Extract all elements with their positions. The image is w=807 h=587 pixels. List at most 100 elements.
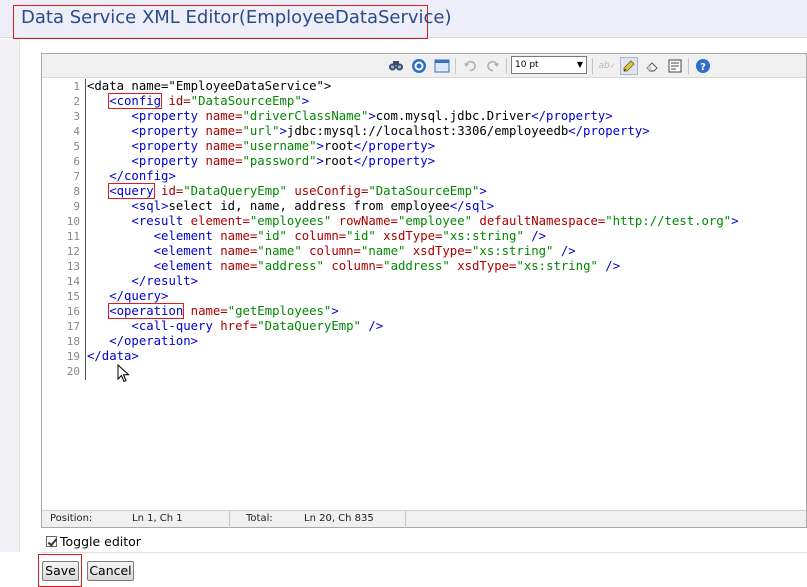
code-line[interactable]: <element name="name" column="name" xsdTy… <box>87 244 805 259</box>
code-token: "xs:string" <box>472 244 554 258</box>
code-token: <property <box>131 124 199 138</box>
code-token: name= <box>198 154 243 168</box>
toggle-editor-checkbox[interactable] <box>46 535 57 547</box>
code-line[interactable]: <data name="EmployeeDataService"> <box>87 79 805 94</box>
code-token: root <box>323 154 354 168</box>
line-number: 7 <box>73 170 80 183</box>
code-line[interactable]: <property name="password">root</property… <box>87 154 805 169</box>
code-token: column= <box>286 229 347 243</box>
line-number: 4 <box>73 125 80 138</box>
gutter-divider <box>85 79 86 380</box>
cancel-button[interactable]: Cancel <box>87 561 134 581</box>
code-token: "name" <box>257 244 302 258</box>
word-wrap-icon[interactable] <box>666 57 684 75</box>
code-token: select id, name, address from employee <box>168 199 450 213</box>
code-line[interactable]: </result> <box>87 274 805 289</box>
code-line[interactable]: <property name="driverClassName">com.mys… <box>87 109 805 124</box>
find-icon[interactable] <box>387 57 405 75</box>
position-value: Ln 1, Ch 1 <box>132 513 183 524</box>
code-line[interactable]: <config id="DataSourceEmp"> <box>87 93 805 109</box>
help-icon[interactable]: ? <box>694 57 712 75</box>
code-line[interactable]: <query id="DataQueryEmp" useConfig="Data… <box>87 183 805 199</box>
code-area[interactable]: 1 2 3 4 5 6 7 8 9 10 11 12 13 14 15 16 17 18 19 20 <data na… <box>42 79 806 510</box>
divider <box>41 552 807 553</box>
code-token: column= <box>323 259 384 273</box>
code-line[interactable]: <property name="url">jdbc:mysql://localh… <box>87 124 805 139</box>
code-token: "address" <box>383 259 450 273</box>
line-number-gutter: 1 2 3 4 5 6 7 8 9 10 11 12 13 14 15 16 17 18 19 20 <box>42 79 85 409</box>
code-line[interactable]: <sql>select id, name, address from emplo… <box>87 199 805 214</box>
goto-line-icon[interactable] <box>410 57 428 75</box>
editor-status-bar: Position: Ln 1, Ch 1 Total: Ln 20, Ch 83… <box>42 510 806 528</box>
code-token: useConfig= <box>286 184 369 198</box>
code-line[interactable]: </operation> <box>87 334 805 349</box>
reset-highlight-icon[interactable] <box>643 57 661 75</box>
code-token: "name" <box>360 244 406 258</box>
code-token: name= <box>198 139 243 153</box>
code-line[interactable]: <result element="employees" rowName="emp… <box>87 214 805 229</box>
code-token: <data name="EmployeeDataService"> <box>87 79 332 93</box>
code-token: "DataQueryEmp" <box>183 184 287 198</box>
code-token: "http://test.org" <box>605 214 732 228</box>
line-number: 1 <box>73 80 80 93</box>
mouse-cursor-icon <box>117 363 131 384</box>
undo-icon[interactable] <box>461 57 479 75</box>
code-token: "address" <box>257 259 324 273</box>
code-token: > <box>368 109 376 123</box>
code-token: column= <box>301 244 361 258</box>
title-bar: Data Service XML Editor(EmployeeDataServ… <box>0 0 807 39</box>
highlighted-token: <config <box>108 93 163 109</box>
toolbar-separator <box>506 58 507 74</box>
highlight-icon[interactable] <box>620 57 638 75</box>
code-token: <result <box>131 214 184 228</box>
line-number: 6 <box>73 155 80 168</box>
toolbar-separator <box>592 58 593 74</box>
line-number: 10 <box>66 215 80 228</box>
code-token: <element <box>153 229 213 243</box>
line-number: 19 <box>66 350 80 363</box>
spellcheck-icon[interactable]: ab ✓ <box>598 57 616 75</box>
code-line[interactable]: </query> <box>87 289 805 304</box>
code-token: name= <box>198 109 243 123</box>
code-line[interactable]: <element name="id" column="id" xsdType="… <box>87 229 805 244</box>
code-token: </property> <box>353 154 435 168</box>
code-token: > <box>316 154 324 168</box>
toggle-editor[interactable]: Toggle editor <box>46 533 141 549</box>
code-token: <property <box>131 109 199 123</box>
code-line[interactable]: <element name="address" column="address"… <box>87 259 805 274</box>
code-line[interactable] <box>87 364 805 379</box>
code-token: <property <box>131 154 199 168</box>
code-token: "getEmployees" <box>227 304 332 318</box>
code-line[interactable]: <property name="username">root</property… <box>87 139 805 154</box>
code-token: xsdType= <box>449 259 517 273</box>
code-token: "xs:string" <box>516 259 598 273</box>
redo-icon[interactable] <box>484 57 502 75</box>
code-line[interactable]: <call-query href="DataQueryEmp" /> <box>87 319 805 334</box>
line-number: 15 <box>66 290 80 303</box>
code-token: "password" <box>242 154 317 168</box>
code-token: name= <box>183 304 228 318</box>
code-token: "DataSourceEmp" <box>368 184 480 198</box>
code-line[interactable]: </data> <box>87 349 805 364</box>
code-line[interactable]: </config> <box>87 169 805 184</box>
code-token: /> <box>597 259 621 273</box>
code-token: id= <box>161 94 191 108</box>
line-number: 2 <box>73 95 80 108</box>
line-number: 9 <box>73 200 80 213</box>
code-token: "id" <box>257 229 287 243</box>
code-token: "DataQueryEmp" <box>257 319 361 333</box>
code-lines[interactable]: <data name="EmployeeDataService"> <confi… <box>87 79 805 379</box>
save-button[interactable]: Save <box>42 561 79 581</box>
code-token: </property> <box>568 124 650 138</box>
font-size-select[interactable]: 10 pt ▼ <box>511 56 587 74</box>
fullscreen-icon[interactable] <box>433 57 451 75</box>
code-token: > <box>279 124 287 138</box>
code-line[interactable]: <operation name="getEmployees"> <box>87 303 805 319</box>
